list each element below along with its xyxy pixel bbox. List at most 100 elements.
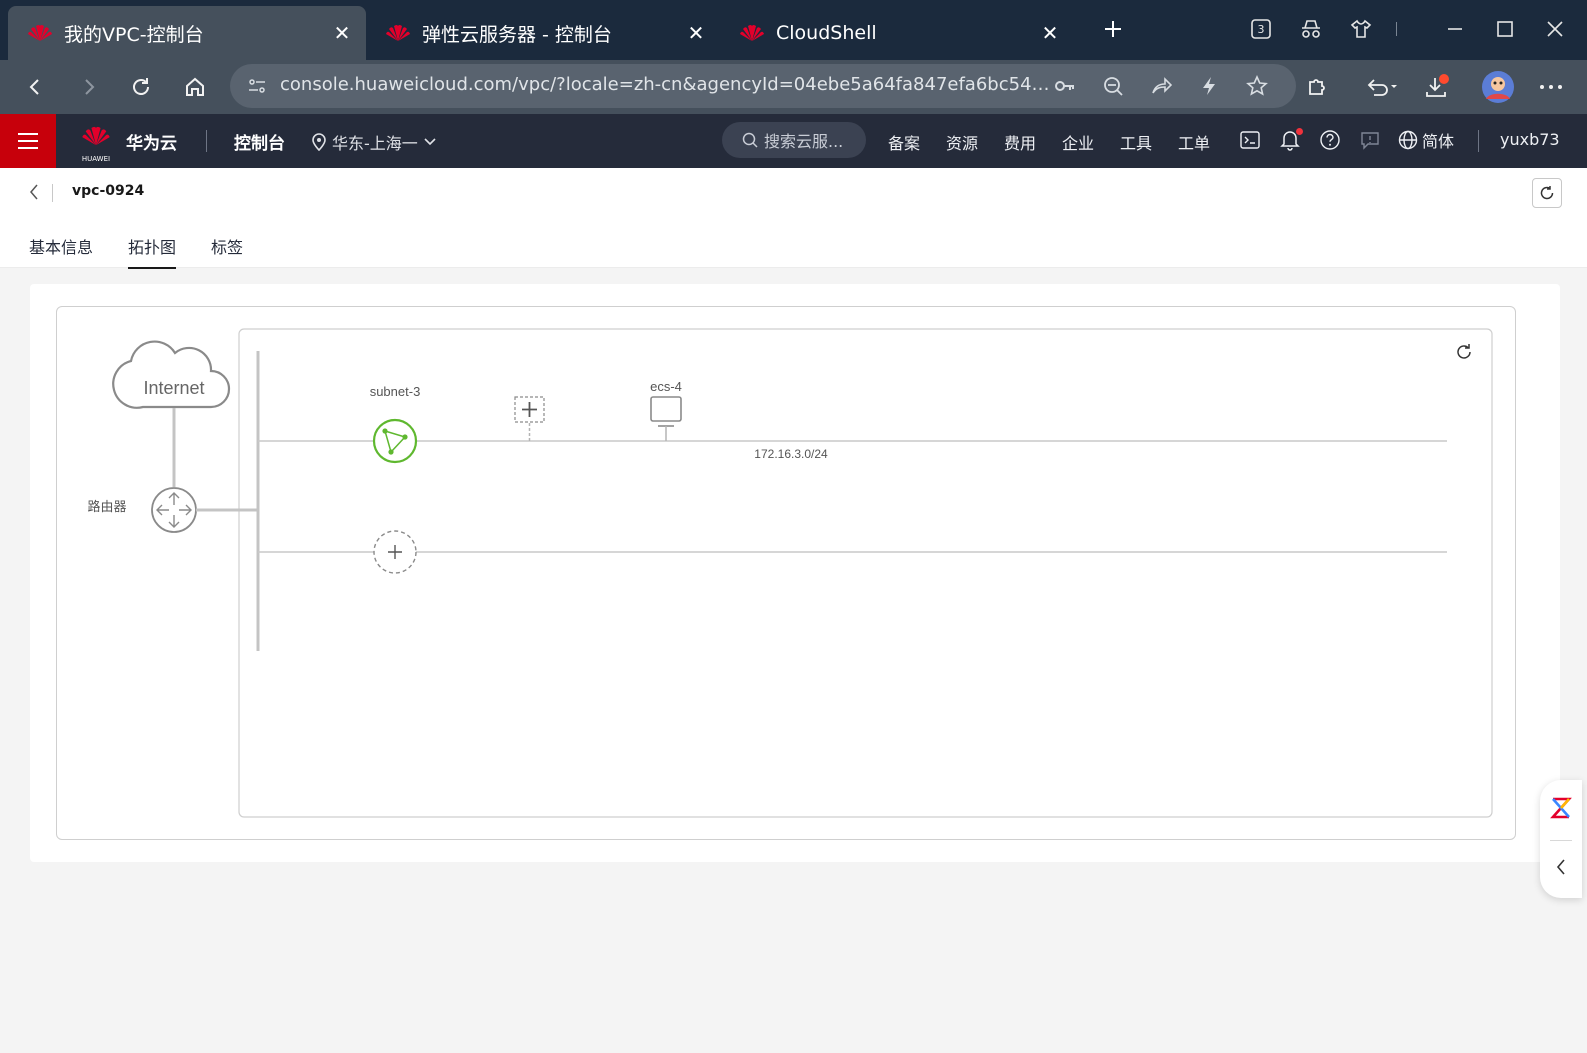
feedback-button[interactable] (1358, 128, 1382, 152)
new-tab-button[interactable] (1098, 14, 1128, 44)
strip-divider (1396, 22, 1397, 36)
back-button[interactable] (20, 72, 50, 102)
nav-billing[interactable]: 费用 (1004, 130, 1036, 154)
incognito-icon (1302, 20, 1320, 38)
undo-icon (1367, 79, 1397, 96)
notifications-button[interactable] (1278, 128, 1303, 152)
chevron-left-icon (1556, 859, 1565, 875)
huawei-logo-icon (28, 25, 52, 41)
help-button[interactable] (1318, 128, 1342, 152)
page-titlebar: vpc-0924 (0, 168, 1587, 218)
subnet-area-box (238, 328, 1493, 818)
nav-resources[interactable]: 资源 (946, 130, 978, 154)
internet-label: Internet (143, 378, 204, 398)
topology-diagram: Internet 路由器 subnet-3 ecs-4 172.16.3.0/2… (87, 328, 1493, 818)
incognito-button[interactable] (1296, 14, 1326, 44)
region-selector[interactable]: 华东-上海一 (312, 130, 436, 154)
maximize-icon (1497, 21, 1513, 37)
close-tab-icon[interactable]: ✕ (1038, 21, 1062, 45)
assistant-button[interactable] (1550, 796, 1572, 820)
arrow-left-icon (29, 79, 39, 95)
header-divider (1478, 130, 1479, 152)
key-icon[interactable] (1052, 73, 1078, 99)
plus-icon (1105, 21, 1121, 37)
arrow-right-icon (85, 79, 95, 95)
tab-count: 3 (1257, 22, 1265, 36)
tab-count-button[interactable]: 3 (1246, 14, 1276, 44)
console-link[interactable]: 控制台 (234, 129, 285, 154)
brand-small-text: HUAWEI (81, 155, 111, 163)
shirt-icon (1350, 19, 1372, 38)
zoom-out-icon[interactable] (1100, 73, 1126, 99)
ecs-name: ecs-4 (650, 379, 682, 394)
subnet-icon (372, 418, 418, 464)
minimize-icon (1448, 28, 1462, 30)
user-account[interactable]: yuxb73 (1500, 130, 1560, 149)
extensions-button[interactable] (1302, 72, 1332, 102)
assistant-logo-icon (1550, 797, 1572, 819)
add-subnet-button[interactable] (373, 530, 417, 574)
feedback-icon (1361, 132, 1379, 150)
language-label: 简体 (1422, 132, 1455, 151)
huawei-brand-logo[interactable]: HUAWEI (80, 122, 112, 163)
reload-icon (133, 78, 149, 95)
home-button[interactable] (180, 72, 210, 102)
maximize-button[interactable] (1490, 14, 1520, 44)
downloads-button[interactable] (1422, 72, 1452, 102)
browser-tab-strip: 我的VPC-控制台 ✕ 弹性云服务器 - 控制台 ✕ CloudShell ✕ … (0, 0, 1587, 60)
tab-topology[interactable]: 拓扑图 (128, 234, 177, 269)
undo-menu-button[interactable] (1362, 72, 1402, 102)
huawei-logo-icon (740, 25, 764, 41)
tab-tags[interactable]: 标签 (211, 234, 243, 267)
minimize-button[interactable] (1440, 14, 1470, 44)
lightning-icon[interactable] (1196, 73, 1222, 99)
cloudshell-button[interactable] (1238, 128, 1262, 152)
browser-toolbar: console.huaweicloud.com/vpc/?locale=zh-c… (0, 60, 1587, 114)
share-icon[interactable] (1148, 73, 1174, 99)
nav-enterprise[interactable]: 企业 (1062, 130, 1094, 154)
close-tab-icon[interactable]: ✕ (330, 21, 354, 45)
service-menu-button[interactable] (0, 114, 56, 168)
nav-tools[interactable]: 工具 (1120, 130, 1152, 154)
close-tab-icon[interactable]: ✕ (684, 21, 708, 45)
nav-tickets[interactable]: 工单 (1178, 130, 1210, 154)
back-to-list-button[interactable] (24, 180, 44, 204)
browser-tab-cloudshell[interactable]: CloudShell ✕ (720, 6, 1074, 60)
notification-dot (1296, 128, 1303, 135)
nav-filing[interactable]: 备案 (888, 130, 920, 154)
site-settings-icon[interactable] (244, 73, 270, 99)
search-placeholder: 搜索云服... (764, 132, 844, 151)
puzzle-icon (1309, 79, 1325, 95)
more-menu-button[interactable] (1536, 72, 1566, 102)
url-text: console.huaweicloud.com/vpc/?locale=zh-c… (280, 74, 1050, 95)
router-node[interactable]: 路由器 (87, 487, 197, 533)
forward-button[interactable] (74, 72, 104, 102)
star-icon[interactable] (1244, 73, 1270, 99)
subnet-name: subnet-3 (370, 384, 421, 399)
download-icon (1426, 74, 1449, 97)
subnet-cidr: 172.16.3.0/24 (754, 447, 828, 461)
chevron-left-icon (30, 184, 38, 200)
extension-button[interactable] (1346, 14, 1376, 44)
tab-title: 我的VPC-控制台 (64, 23, 204, 46)
brand-name[interactable]: 华为云 (126, 129, 177, 154)
vpc-detail-page: vpc-0924 基本信息 拓扑图 标签 Internet 路由器 subnet… (0, 168, 1587, 1053)
address-bar[interactable]: console.huaweicloud.com/vpc/?locale=zh-c… (230, 64, 1296, 108)
console-search[interactable]: 搜索云服... (722, 122, 866, 158)
avatar-icon (1482, 71, 1514, 103)
refresh-icon (1540, 186, 1554, 200)
language-switch[interactable]: 简体 (1398, 128, 1464, 152)
browser-tab-vpc[interactable]: 我的VPC-控制台 ✕ (8, 6, 366, 60)
header-divider (206, 130, 207, 152)
reload-button[interactable] (126, 72, 156, 102)
collapse-widget-button[interactable] (1552, 856, 1570, 878)
router-label: 路由器 (87, 499, 126, 514)
profile-avatar[interactable] (1480, 69, 1516, 105)
refresh-page-button[interactable] (1532, 178, 1562, 208)
close-window-button[interactable] (1540, 14, 1570, 44)
internet-node[interactable]: Internet (112, 340, 231, 409)
browser-tab-ecs[interactable]: 弹性云服务器 - 控制台 ✕ (366, 6, 720, 60)
tab-basic-info[interactable]: 基本信息 (29, 234, 93, 267)
topology-frame: Internet 路由器 subnet-3 ecs-4 172.16.3.0/2… (56, 306, 1516, 840)
page-title: vpc-0924 (72, 183, 145, 199)
